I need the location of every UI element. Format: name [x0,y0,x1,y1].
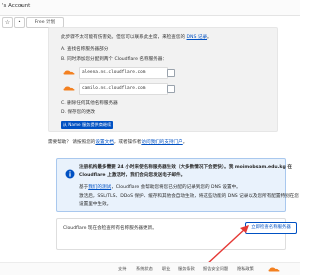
nameserver-instructions-card: 此步骤不太可能有伤害处。但您可以联系此主席，来检查您的 DNS 记录。 A. 查… [48,27,278,132]
account-name[interactable]: 's Account [2,3,30,9]
footer-link-terms[interactable]: 服务条款 [178,266,195,272]
copy-icon[interactable] [167,69,175,77]
instruction-intro: 此步骤不太可能有伤害处。但您可以联系此主席，来检查您的 DNS 记录。 [61,35,212,40]
step-a: A. 查找名称服务器部分 [61,47,109,52]
chevron-down-icon[interactable]: ▾ [20,3,23,9]
nameserver-2-value[interactable]: camilo.ns.cloudflare.com [79,83,168,95]
footer-link-security[interactable]: 报告安全问题 [203,266,228,272]
alert-line-2: Cloudflare 上激活时，我们会向您发送电子邮件。 [79,173,186,178]
alert-line-3: 基于我们的测试，Cloudflare 会帮助您将您已分配的记录到您的 DNS 设… [79,185,241,190]
copy-icon[interactable] [167,85,175,93]
cloudflare-icon [63,70,75,75]
footer-link-privacy[interactable]: 隐私政策 [237,266,254,272]
support-portal-link[interactable]: 访问我们的支持门户 [141,140,182,145]
alert-line-4: 激活后，SSL/TLS、DDoS 保护、缓存和其他会自动生效，将这些功能的 DN… [79,194,299,199]
setup-docs-link[interactable]: 设置文档 [95,140,113,145]
info-alert: 注册机构最多需要 24 小时来使名称服务器生效（大多数情况下会更快）。我 moi… [56,158,299,212]
check-nameservers-panel: Cloudflare 现在会检查所有名称服务器更新。 立即检查名称服务器 [56,218,297,250]
check-nameservers-button[interactable]: 立即检查名称服务器 [245,222,297,234]
testing-link[interactable]: 我们的测试 [88,185,111,190]
nameserver-1-value[interactable]: aleena.ns.cloudflare.com [79,67,168,79]
step-b: B. 同时添加您分配到两个 Cloudflare 名称服务器： [61,57,167,62]
more-icon[interactable]: • [14,17,25,28]
check-prompt: Cloudflare 现在会检查所有名称服务器更新。 [63,226,157,231]
step-d: D. 保存您的更改 [61,110,96,115]
continue-button[interactable]: 从 Name 服务提供商继续 [61,121,113,129]
footer-link-careers[interactable]: 职业 [162,266,170,272]
footer-link-status[interactable]: 系统状态 [136,266,153,272]
star-icon[interactable]: ☆ [2,17,13,28]
alert-line-1: 注册机构最多需要 24 小时来使名称服务器生效（大多数情况下会更快）。我 moi… [79,165,292,170]
cloudflare-logo [268,267,280,272]
help-text: 需要帮助？ 请按照您的设置文档，或者操作者访问我们的支持门户。 [48,140,188,145]
dns-records-link[interactable]: DNS 记录 [187,35,208,40]
step-c: C. 删除任何其他名称服务器 [61,101,118,106]
cloudflare-icon [63,86,75,91]
top-bar: 's Account ▾ [0,0,300,16]
footer-link-support[interactable]: 支持 [118,266,126,272]
alert-line-5: 设置里中生效。 [79,202,112,207]
info-icon [65,169,75,179]
footer: 支持 系统状态 职业 服务条款 报告安全问题 隐私政策 [0,262,300,275]
